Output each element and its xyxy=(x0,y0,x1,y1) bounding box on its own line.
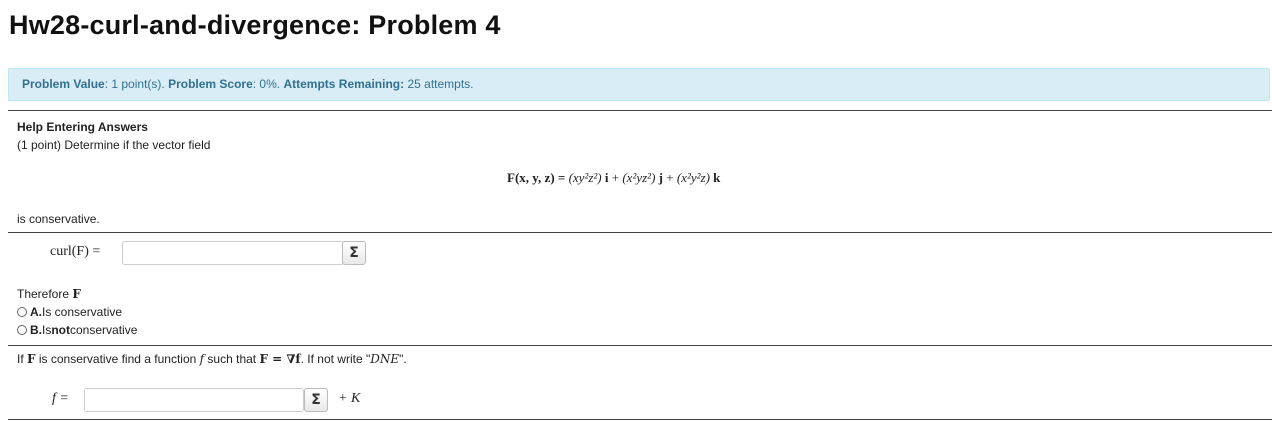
page-title: Hw28-curl-and-divergence: Problem 4 xyxy=(9,10,501,40)
divider-top xyxy=(8,110,1272,111)
find-mid2: such that xyxy=(204,352,260,366)
plus-k-label: + K xyxy=(338,391,361,406)
formula-k: k xyxy=(713,170,721,185)
formula-plus1: + xyxy=(608,170,623,185)
therefore-F: F xyxy=(72,287,81,301)
therefore-text: Therefore F xyxy=(17,287,81,301)
attempts-label: Attempts Remaining: xyxy=(283,77,405,91)
vector-field-formula: F(x, y, z) = (xy²z²) i + (x²yz²) j + (x²… xyxy=(507,170,720,186)
problem-info-bar: Problem Value: 1 point(s). Problem Score… xyxy=(8,68,1270,101)
formula-term1: (xy²z²) xyxy=(568,170,602,185)
find-end: ". xyxy=(399,352,407,366)
divider-find xyxy=(8,345,1272,346)
problem-value-label: Problem Value xyxy=(22,77,105,91)
find-function-text: If F is conservative find a function f s… xyxy=(17,352,407,366)
problem-score-text: : 0%. xyxy=(252,77,284,91)
is-conservative-text: is conservative. xyxy=(17,212,100,226)
formula-plus2: + xyxy=(663,170,677,185)
problem-intro: (1 point) Determine if the vector field xyxy=(17,138,211,152)
f-label: f = xyxy=(52,391,69,407)
sigma-icon: Σ xyxy=(311,392,321,408)
find-mid: is conservative find a function xyxy=(35,352,200,366)
find-eq: F = ∇f xyxy=(259,352,301,366)
find-dne: DNE xyxy=(370,352,400,366)
problem-score-label: Problem Score xyxy=(168,77,253,91)
problem-value-text: : 1 point(s). xyxy=(104,77,169,91)
option-a-text: Is conservative xyxy=(42,305,123,319)
find-suffix: . If not write " xyxy=(300,352,371,366)
help-entering-answers-link[interactable]: Help Entering Answers xyxy=(17,120,148,134)
f-label-text: f = xyxy=(52,391,69,406)
plus-k-text: + K xyxy=(338,391,360,407)
find-F: F xyxy=(27,352,36,366)
curl-equation-editor-button[interactable]: Σ xyxy=(342,241,366,265)
curl-answer-input[interactable] xyxy=(122,241,344,265)
option-b-text-prefix: Is xyxy=(42,323,52,337)
find-prefix: If xyxy=(17,352,28,366)
formula-term2: (x²yz²) xyxy=(622,170,656,185)
f-answer-input[interactable] xyxy=(84,388,304,412)
option-b[interactable]: B. Is not conservative xyxy=(17,323,137,337)
option-a-letter: A. xyxy=(30,305,42,319)
option-a[interactable]: A. Is conservative xyxy=(17,305,122,319)
curl-label: curl(F) = xyxy=(50,244,101,259)
attempts-text: 25 attempts. xyxy=(404,77,474,91)
divider-curl xyxy=(8,232,1272,233)
option-b-not: not xyxy=(51,323,70,337)
option-b-text-suffix: conservative xyxy=(70,323,138,337)
divider-bottom xyxy=(8,419,1272,420)
therefore-prefix: Therefore xyxy=(17,287,73,301)
option-b-radio[interactable] xyxy=(17,325,27,335)
sigma-icon: Σ xyxy=(349,245,359,261)
formula-lhs: F(x, y, z) = xyxy=(507,170,569,185)
formula-term3: (x²y²z) xyxy=(676,170,710,185)
option-b-letter: B. xyxy=(30,323,42,337)
option-a-radio[interactable] xyxy=(17,307,27,317)
f-equation-editor-button[interactable]: Σ xyxy=(304,388,328,412)
